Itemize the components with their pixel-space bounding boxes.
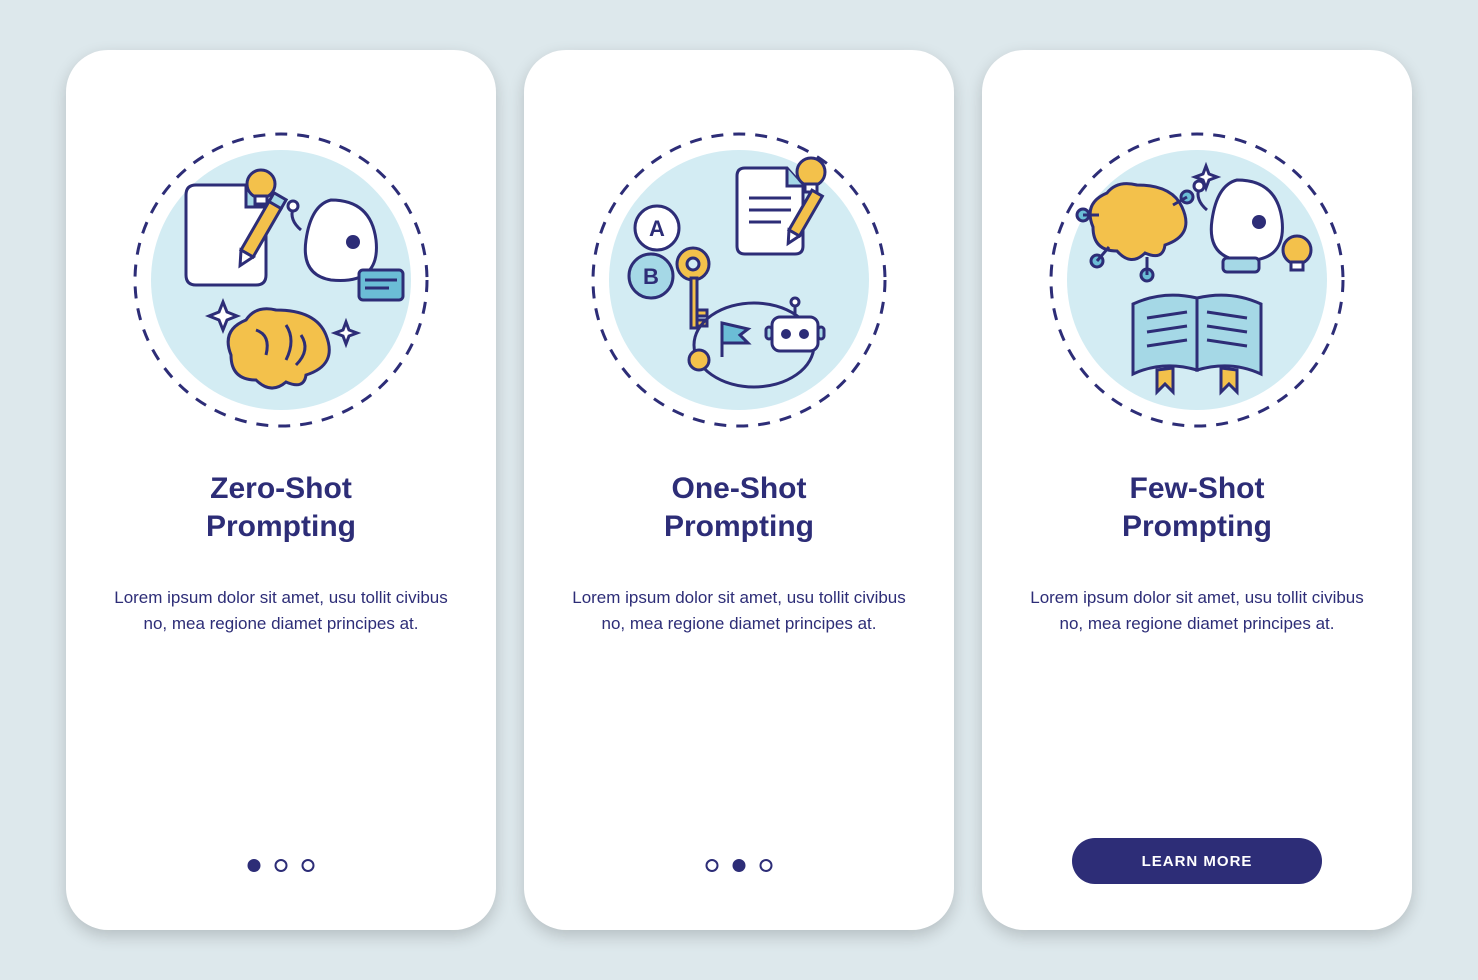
pagination-dot[interactable] (275, 859, 288, 872)
onboarding-card: Zero-ShotPrompting Lorem ipsum dolor sit… (66, 50, 496, 930)
pagination-dot[interactable] (706, 859, 719, 872)
svg-text:B: B (643, 264, 659, 289)
svg-text:A: A (649, 216, 665, 241)
illustration-one-shot: A B (589, 130, 889, 430)
card-title: Few-ShotPrompting (1122, 470, 1272, 545)
pagination-dot[interactable] (248, 859, 261, 872)
pagination-dots (248, 859, 315, 872)
pagination-dot[interactable] (760, 859, 773, 872)
card-description: Lorem ipsum dolor sit amet, usu tollit c… (569, 585, 909, 636)
onboarding-row: Zero-ShotPrompting Lorem ipsum dolor sit… (66, 50, 1412, 930)
card-description: Lorem ipsum dolor sit amet, usu tollit c… (111, 585, 451, 636)
onboarding-card: A B (524, 50, 954, 930)
learn-more-button[interactable]: LEARN MORE (1072, 838, 1322, 884)
card-description: Lorem ipsum dolor sit amet, usu tollit c… (1027, 585, 1367, 636)
pagination-dot[interactable] (733, 859, 746, 872)
pagination-dot[interactable] (302, 859, 315, 872)
onboarding-card: Few-ShotPrompting Lorem ipsum dolor sit … (982, 50, 1412, 930)
card-title: One-ShotPrompting (664, 470, 814, 545)
pagination-dots (706, 859, 773, 872)
illustration-zero-shot (131, 130, 431, 430)
illustration-few-shot (1047, 130, 1347, 430)
card-title: Zero-ShotPrompting (206, 470, 356, 545)
